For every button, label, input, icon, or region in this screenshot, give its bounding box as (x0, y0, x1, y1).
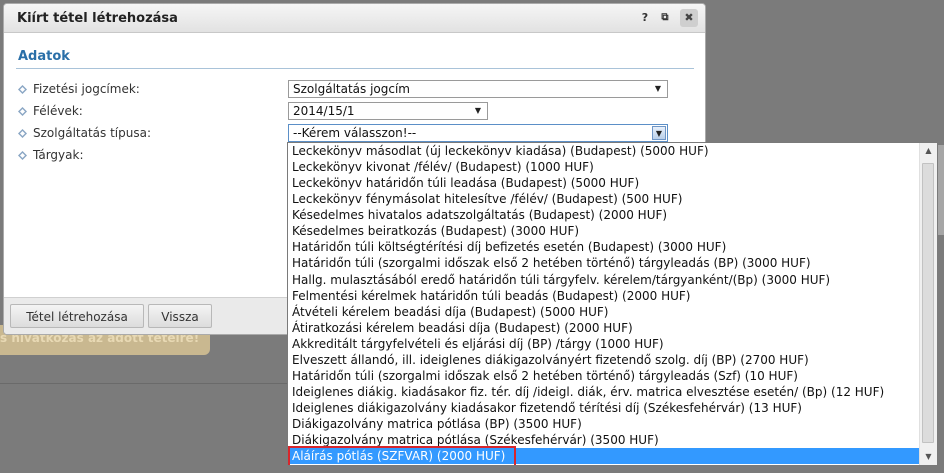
close-icon[interactable]: ✖ (680, 9, 698, 27)
diamond-bullet-icon (18, 107, 27, 116)
dropdown-option[interactable]: Határidőn túli költségtérítési díj befiz… (288, 239, 920, 255)
popout-icon[interactable]: ⧉ (657, 10, 673, 26)
dropdown-option[interactable]: Határidőn túli (szorgalmi időszak első 2… (288, 368, 920, 384)
dropdown-option[interactable]: Késedelmes beiratkozás (Budapest) (3000 … (288, 223, 920, 239)
service-type-dropdown-list: Leckekönyv másodlat (új leckekönyv kiadá… (287, 142, 938, 466)
dropdown-option-selected[interactable]: Aláírás pótlás (SZFVAR) (2000 HUF) (288, 448, 920, 465)
service-type-label: Szolgáltatás típusa: (33, 126, 151, 140)
section-divider (16, 68, 694, 69)
section-header: Adatok (18, 49, 70, 64)
scroll-down-icon[interactable]: ▼ (920, 449, 937, 465)
back-button[interactable]: Vissza (148, 304, 212, 328)
dialog-titlebar[interactable]: Kiírt tétel létrehozása ? ⧉ ✖ (4, 4, 705, 33)
dropdown-option[interactable]: Leckekönyv kivonat /félév/ (Budapest) (1… (288, 159, 920, 175)
diamond-bullet-icon (18, 129, 27, 138)
dropdown-option[interactable]: Hallg. mulasztásából eredő határidőn túl… (288, 272, 920, 288)
payment-title-select[interactable]: Szolgáltatás jogcím ▼ (288, 80, 668, 98)
dropdown-option[interactable]: Késedelmes hivatalos adatszolgáltatás (B… (288, 207, 920, 223)
dropdown-option[interactable]: Ideiglenes diákigazolvány kiadásakor fiz… (288, 400, 920, 416)
dropdown-option[interactable]: Leckekönyv határidőn túli leadása (Budap… (288, 175, 920, 191)
create-item-button[interactable]: Tétel létrehozása (10, 304, 144, 328)
scroll-thumb[interactable] (922, 163, 934, 443)
dropdown-option[interactable]: Ideiglenes diákig. kiadásakor fiz. tér. … (288, 384, 920, 400)
payment-title-value: Szolgáltatás jogcím (293, 82, 410, 96)
semesters-label: Félévek: (33, 104, 83, 118)
scroll-up-icon[interactable]: ▲ (920, 143, 937, 159)
diamond-bullet-icon (18, 85, 27, 94)
dropdown-option[interactable]: Akkreditált tárgyfelvételi és eljárási d… (288, 336, 920, 352)
chevron-down-icon[interactable]: ▼ (652, 126, 666, 140)
semesters-select[interactable]: 2014/15/1 ▼ (288, 102, 488, 120)
semesters-value: 2014/15/1 (293, 104, 355, 118)
background-divider (0, 383, 290, 384)
service-type-select[interactable]: --Kérem válasszon!-- ▼ (288, 124, 668, 142)
dropdown-option[interactable]: Határidőn túli (szorgalmi időszak első 2… (288, 255, 920, 271)
dialog-title: Kiírt tétel létrehozása (17, 11, 178, 26)
dropdown-option[interactable]: Leckekönyv fénymásolat hitelesítve /félé… (288, 191, 920, 207)
dropdown-option[interactable]: Leckekönyv másodlat (új leckekönyv kiadá… (288, 143, 920, 159)
chevron-down-icon[interactable]: ▼ (471, 104, 485, 118)
payment-title-label: Fizetési jogcímek: (33, 82, 140, 96)
diamond-bullet-icon (18, 151, 27, 160)
dropdown-option[interactable]: Diákigazolvány matrica pótlása (BP) (350… (288, 416, 920, 432)
dropdown-option[interactable]: Diákigazolvány matrica pótlása (Székesfe… (288, 432, 920, 448)
dropdown-option[interactable]: Elveszett állandó, ill. ideiglenes diáki… (288, 352, 920, 368)
chevron-down-icon[interactable]: ▼ (651, 82, 665, 96)
dropdown-options: Leckekönyv másodlat (új leckekönyv kiadá… (288, 143, 920, 465)
help-icon[interactable]: ? (637, 10, 653, 26)
subjects-label: Tárgyak: (33, 148, 84, 162)
dropdown-option[interactable]: Átiratkozási kérelem beadási díja (Budap… (288, 320, 920, 336)
service-type-value: --Kérem válasszon!-- (293, 126, 417, 140)
dropdown-scrollbar[interactable]: ▲ ▼ (919, 143, 937, 465)
dropdown-option[interactable]: Felmentési kérelmek határidőn túli beadá… (288, 288, 920, 304)
dropdown-option[interactable]: Átvételi kérelem beadási díja (Budapest)… (288, 304, 920, 320)
